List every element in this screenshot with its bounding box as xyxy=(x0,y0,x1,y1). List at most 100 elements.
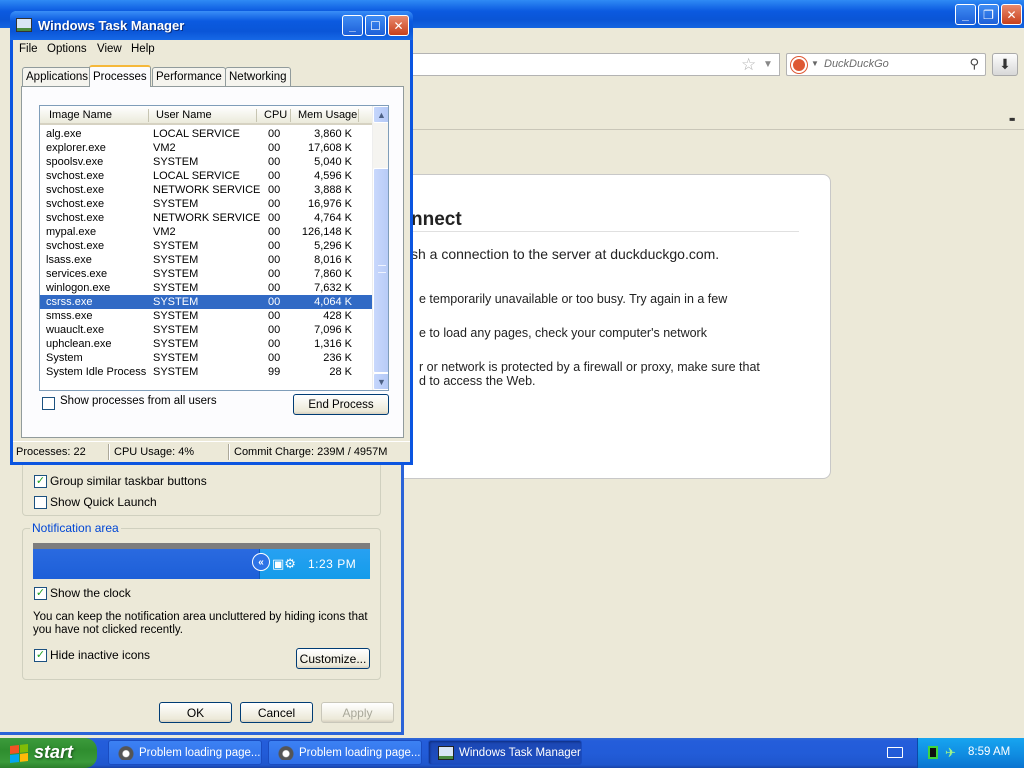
table-row[interactable]: svchost.exe SYSTEM 00 16,976 K xyxy=(40,197,372,211)
column-mem-usage[interactable]: Mem Usage xyxy=(298,109,357,121)
table-row[interactable]: lsass.exe SYSTEM 00 8,016 K xyxy=(40,253,372,267)
process-user-name: SYSTEM xyxy=(153,366,199,378)
process-image-name: alg.exe xyxy=(46,128,82,140)
menu-help[interactable]: Help xyxy=(131,43,155,55)
process-mem-usage: 3,860 K xyxy=(314,128,352,140)
keyboard-icon[interactable] xyxy=(887,747,903,758)
quick-launch-checkbox[interactable] xyxy=(34,496,47,509)
task-button-firefox-2[interactable]: Problem loading page... xyxy=(268,740,422,765)
task-button-firefox-1[interactable]: Problem loading page... xyxy=(108,740,262,765)
task-manager-titlebar[interactable]: Windows Task Manager _ ☐ ✕ xyxy=(10,11,413,40)
menu-view[interactable]: View xyxy=(97,43,122,55)
process-user-name: LOCAL SERVICE xyxy=(153,170,240,182)
table-row[interactable]: mypal.exe VM2 00 126,148 K xyxy=(40,225,372,239)
tab-applications[interactable]: Applications xyxy=(22,67,93,86)
duckduckgo-icon[interactable] xyxy=(791,57,807,73)
taskbar: start Problem loading page... Problem lo… xyxy=(0,738,1024,768)
process-user-name: SYSTEM xyxy=(153,352,199,364)
column-user-name[interactable]: User Name xyxy=(156,109,212,121)
network-icon[interactable]: ✈ xyxy=(945,745,956,761)
process-image-name: svchost.exe xyxy=(46,240,105,252)
process-mem-usage: 17,608 K xyxy=(307,142,352,154)
firefox-close-button[interactable]: ✕ xyxy=(1001,4,1022,25)
clock[interactable]: 8:59 AM xyxy=(968,746,1010,758)
show-clock-label: Show the clock xyxy=(50,586,131,600)
process-cpu: 00 xyxy=(268,142,281,154)
firefox-restore-button[interactable]: ❐ xyxy=(978,4,999,25)
table-row[interactable]: svchost.exe NETWORK SERVICE 00 4,764 K xyxy=(40,211,372,225)
search-box[interactable]: ▼ DuckDuckGo ⚲ xyxy=(786,53,986,76)
process-user-name: SYSTEM xyxy=(153,156,199,168)
search-icon[interactable]: ⚲ xyxy=(969,56,979,72)
process-list[interactable]: Image Name User Name CPU Mem Usage alg.e… xyxy=(39,105,389,391)
cancel-button[interactable]: Cancel xyxy=(240,702,313,723)
process-list-scrollbar[interactable]: ▲ ▼ xyxy=(372,106,388,390)
table-row[interactable]: winlogon.exe SYSTEM 00 7,632 K xyxy=(40,281,372,295)
download-button[interactable]: ⬇ xyxy=(992,53,1018,76)
task-button-label: Windows Task Manager xyxy=(459,747,581,759)
quick-launch-label: Show Quick Launch xyxy=(50,495,157,509)
table-row[interactable]: smss.exe SYSTEM 00 428 K xyxy=(40,309,372,323)
column-cpu[interactable]: CPU xyxy=(264,109,287,121)
close-button[interactable]: ✕ xyxy=(388,15,409,36)
column-image-name[interactable]: Image Name xyxy=(49,109,112,121)
ok-button[interactable]: OK xyxy=(159,702,232,723)
task-button-label: Problem loading page... xyxy=(299,747,421,759)
process-mem-usage: 5,040 K xyxy=(314,156,352,168)
column-separator[interactable] xyxy=(358,109,359,122)
task-manager-tray-icon[interactable] xyxy=(928,746,938,759)
start-button[interactable]: start xyxy=(0,738,97,768)
process-user-name: SYSTEM xyxy=(153,254,199,266)
process-mem-usage: 4,764 K xyxy=(314,212,352,224)
process-image-name: svchost.exe xyxy=(46,212,105,224)
search-engine-dropdown-icon[interactable]: ▼ xyxy=(811,59,819,68)
table-row[interactable]: svchost.exe SYSTEM 00 5,296 K xyxy=(40,239,372,253)
task-button-task-manager[interactable]: Windows Task Manager xyxy=(428,740,582,765)
tab-processes[interactable]: Processes xyxy=(89,65,151,87)
process-mem-usage: 236 K xyxy=(323,352,352,364)
url-bar[interactable]: ☆ ▼ xyxy=(405,53,780,76)
task-button-label: Problem loading page... xyxy=(139,747,261,759)
show-all-users-checkbox[interactable] xyxy=(42,397,55,410)
table-row[interactable]: csrss.exe SYSTEM 00 4,064 K xyxy=(40,295,372,309)
process-image-name: wuauclt.exe xyxy=(46,324,105,336)
table-row[interactable]: System SYSTEM 00 236 K xyxy=(40,351,372,365)
table-row[interactable]: alg.exe LOCAL SERVICE 00 3,860 K xyxy=(40,127,372,141)
table-row[interactable]: uphclean.exe SYSTEM 00 1,316 K xyxy=(40,337,372,351)
tab-networking[interactable]: Networking xyxy=(225,67,291,86)
table-row[interactable]: explorer.exe VM2 00 17,608 K xyxy=(40,141,372,155)
apply-button[interactable]: Apply xyxy=(321,702,394,723)
end-process-button[interactable]: End Process xyxy=(293,394,389,415)
tab-performance[interactable]: Performance xyxy=(152,67,226,86)
process-cpu: 00 xyxy=(268,254,281,266)
customize-button[interactable]: Customize... xyxy=(296,648,370,669)
minimize-button[interactable]: _ xyxy=(342,15,363,36)
show-clock-checkbox[interactable]: ✓ xyxy=(34,587,47,600)
column-separator[interactable] xyxy=(256,109,257,122)
menu-file[interactable]: File xyxy=(19,43,38,55)
process-image-name: System Idle Process xyxy=(46,366,147,378)
hide-inactive-checkbox[interactable]: ✓ xyxy=(34,649,47,662)
bookmark-star-icon[interactable]: ☆ xyxy=(741,55,756,75)
scroll-down-button[interactable]: ▼ xyxy=(373,373,388,390)
maximize-button[interactable]: ☐ xyxy=(365,15,386,36)
windows-logo-icon xyxy=(10,744,28,763)
table-row[interactable]: svchost.exe NETWORK SERVICE 00 3,888 K xyxy=(40,183,372,197)
menu-options[interactable]: Options xyxy=(47,43,87,55)
table-row[interactable]: services.exe SYSTEM 00 7,860 K xyxy=(40,267,372,281)
url-dropdown-icon[interactable]: ▼ xyxy=(763,59,773,70)
process-image-name: explorer.exe xyxy=(46,142,106,154)
scroll-thumb[interactable] xyxy=(373,168,388,373)
table-row[interactable]: spoolsv.exe SYSTEM 00 5,040 K xyxy=(40,155,372,169)
table-row[interactable]: wuauclt.exe SYSTEM 00 7,096 K xyxy=(40,323,372,337)
column-separator[interactable] xyxy=(290,109,291,122)
table-row[interactable]: System Idle Process SYSTEM 99 28 K xyxy=(40,365,372,379)
table-row[interactable]: svchost.exe LOCAL SERVICE 00 4,596 K xyxy=(40,169,372,183)
group-similar-checkbox[interactable]: ✓ xyxy=(34,475,47,488)
scroll-up-button[interactable]: ▲ xyxy=(373,106,388,123)
process-image-name: csrss.exe xyxy=(46,296,93,308)
process-image-name: svchost.exe xyxy=(46,198,105,210)
process-user-name: SYSTEM xyxy=(153,310,199,322)
firefox-minimize-button[interactable]: _ xyxy=(955,4,976,25)
column-separator[interactable] xyxy=(148,109,149,122)
